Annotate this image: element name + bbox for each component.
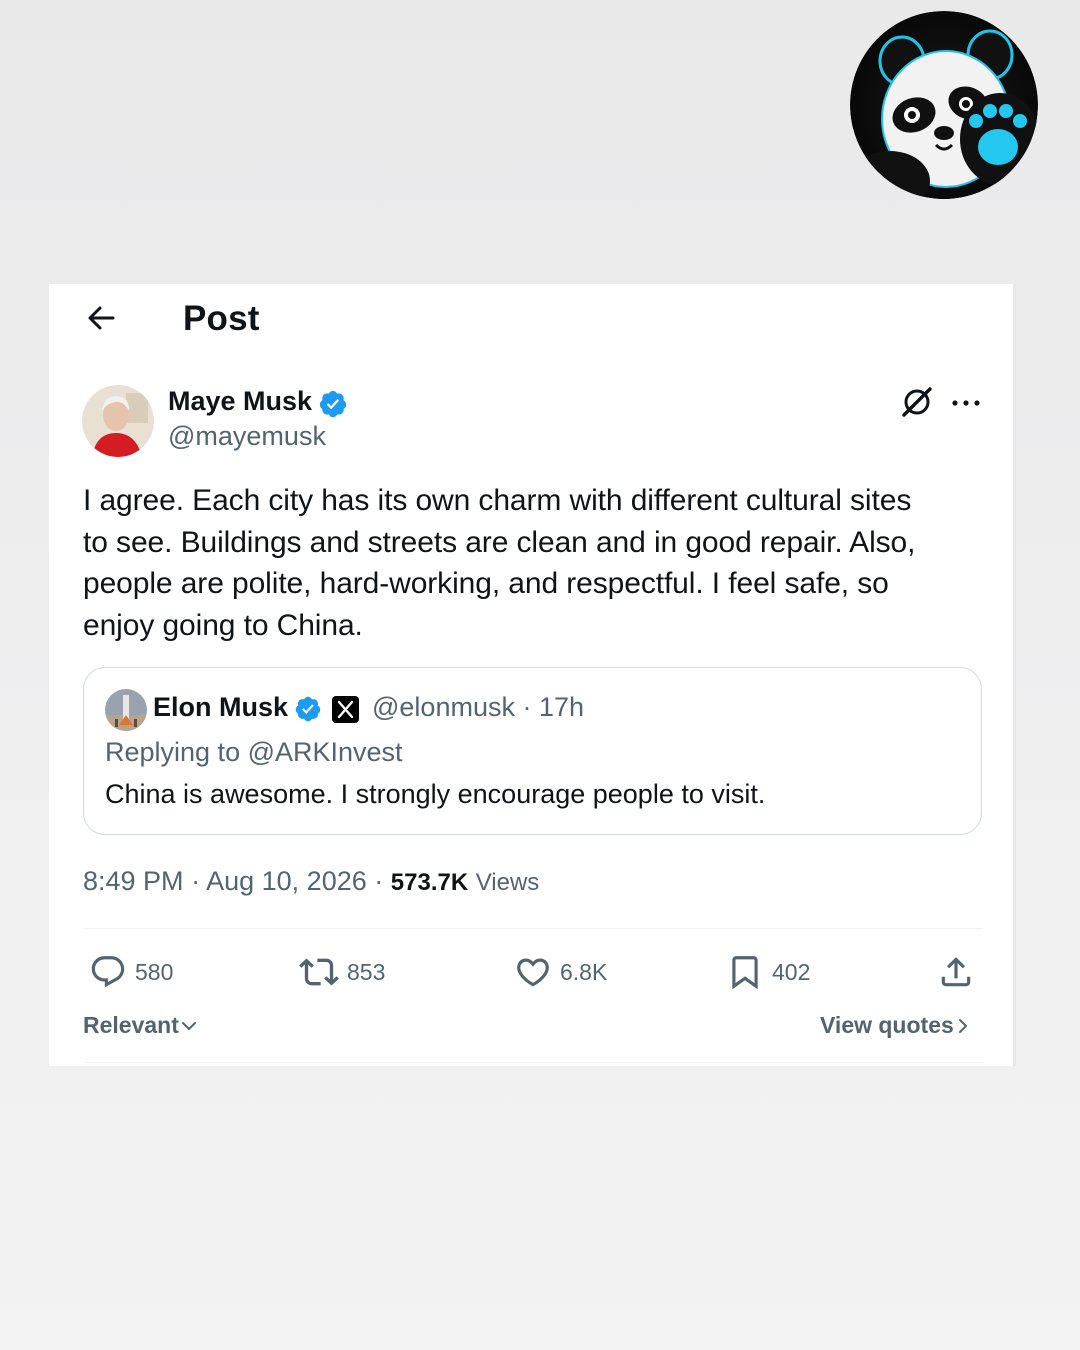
repost-icon xyxy=(299,958,339,986)
bookmark-icon xyxy=(732,956,758,990)
tweet-text: I agree. Each city has its own charm wit… xyxy=(83,480,983,646)
share-icon xyxy=(941,957,971,987)
back-button[interactable] xyxy=(85,300,117,336)
quote-time[interactable]: 17h xyxy=(539,692,584,722)
replying-to-label: Replying to xyxy=(105,737,248,767)
bookmark-button[interactable]: 402 xyxy=(726,952,810,992)
sort-relevant-button[interactable]: Relevant xyxy=(83,1012,199,1039)
like-icon xyxy=(517,958,549,987)
bookmark-count: 402 xyxy=(772,958,811,985)
author-handle[interactable]: @mayemusk xyxy=(168,421,326,452)
more-button[interactable] xyxy=(949,388,985,418)
quote-avatar[interactable] xyxy=(105,689,147,731)
post-date[interactable]: Aug 10, 2026 xyxy=(206,866,367,896)
quote-replying-to: Replying to @ARKInvest xyxy=(105,737,403,768)
quote-meta: @elonmusk · 17h xyxy=(372,692,584,723)
tweet-line: I agree. Each city has its own charm wit… xyxy=(83,484,912,517)
tweet-line: enjoy going to China. xyxy=(83,608,363,642)
page-title: Post xyxy=(183,299,260,338)
like-button[interactable]: 6.8K xyxy=(514,952,607,992)
chevron-right-icon xyxy=(958,1018,967,1033)
post-time[interactable]: 8:49 PM xyxy=(83,866,184,896)
quote-author-name[interactable]: Elon Musk xyxy=(153,692,288,723)
sort-label: Relevant xyxy=(83,1012,179,1038)
x-logo-icon xyxy=(332,696,359,723)
more-icon xyxy=(952,400,980,406)
panda-logo xyxy=(850,11,1038,199)
views-count: 573.7K xyxy=(390,869,469,896)
like-count: 6.8K xyxy=(560,958,608,985)
back-arrow-icon xyxy=(88,306,115,330)
repost-count: 853 xyxy=(347,958,386,985)
views-label: Views xyxy=(475,869,540,896)
author-avatar[interactable] xyxy=(82,385,154,457)
view-quotes-label: View quotes xyxy=(820,1012,954,1038)
quote-handle[interactable]: @elonmusk xyxy=(372,692,515,722)
header: Post xyxy=(49,284,1016,354)
grok-button[interactable] xyxy=(899,384,935,420)
post-card: Post Maye Musk @mayemusk I agree. Each c… xyxy=(49,284,1016,1066)
author-name[interactable]: Maye Musk xyxy=(168,386,312,417)
replying-to-handle[interactable]: @ARKInvest xyxy=(248,737,403,767)
repost-button[interactable]: 853 xyxy=(299,952,385,992)
tweet-line: people are polite, hard-working, and res… xyxy=(83,567,889,600)
reply-icon xyxy=(91,956,125,988)
verified-badge-icon xyxy=(319,390,347,418)
separator-dot: · xyxy=(191,866,201,896)
verified-badge-icon xyxy=(295,696,321,722)
quote-text: China is awesome. I strongly encourage p… xyxy=(105,779,766,809)
reply-button[interactable]: 580 xyxy=(89,952,173,992)
divider xyxy=(83,1062,983,1063)
chevron-down-icon xyxy=(181,1021,196,1030)
quoted-tweet[interactable]: Elon Musk @elonmusk · 17h Replying to @A… xyxy=(83,667,982,835)
reply-count: 580 xyxy=(135,958,174,985)
divider xyxy=(83,928,983,929)
grok-icon xyxy=(902,387,932,417)
post-meta: 8:49 PM · Aug 10, 2026 · 573.7K Views xyxy=(83,866,539,897)
view-quotes-link[interactable]: View quotes xyxy=(820,1012,972,1039)
share-button[interactable] xyxy=(937,952,975,992)
tweet-line: to see. Buildings and streets are clean … xyxy=(83,525,916,559)
separator-dot: · xyxy=(374,866,384,896)
separator-dot: · xyxy=(522,692,532,722)
